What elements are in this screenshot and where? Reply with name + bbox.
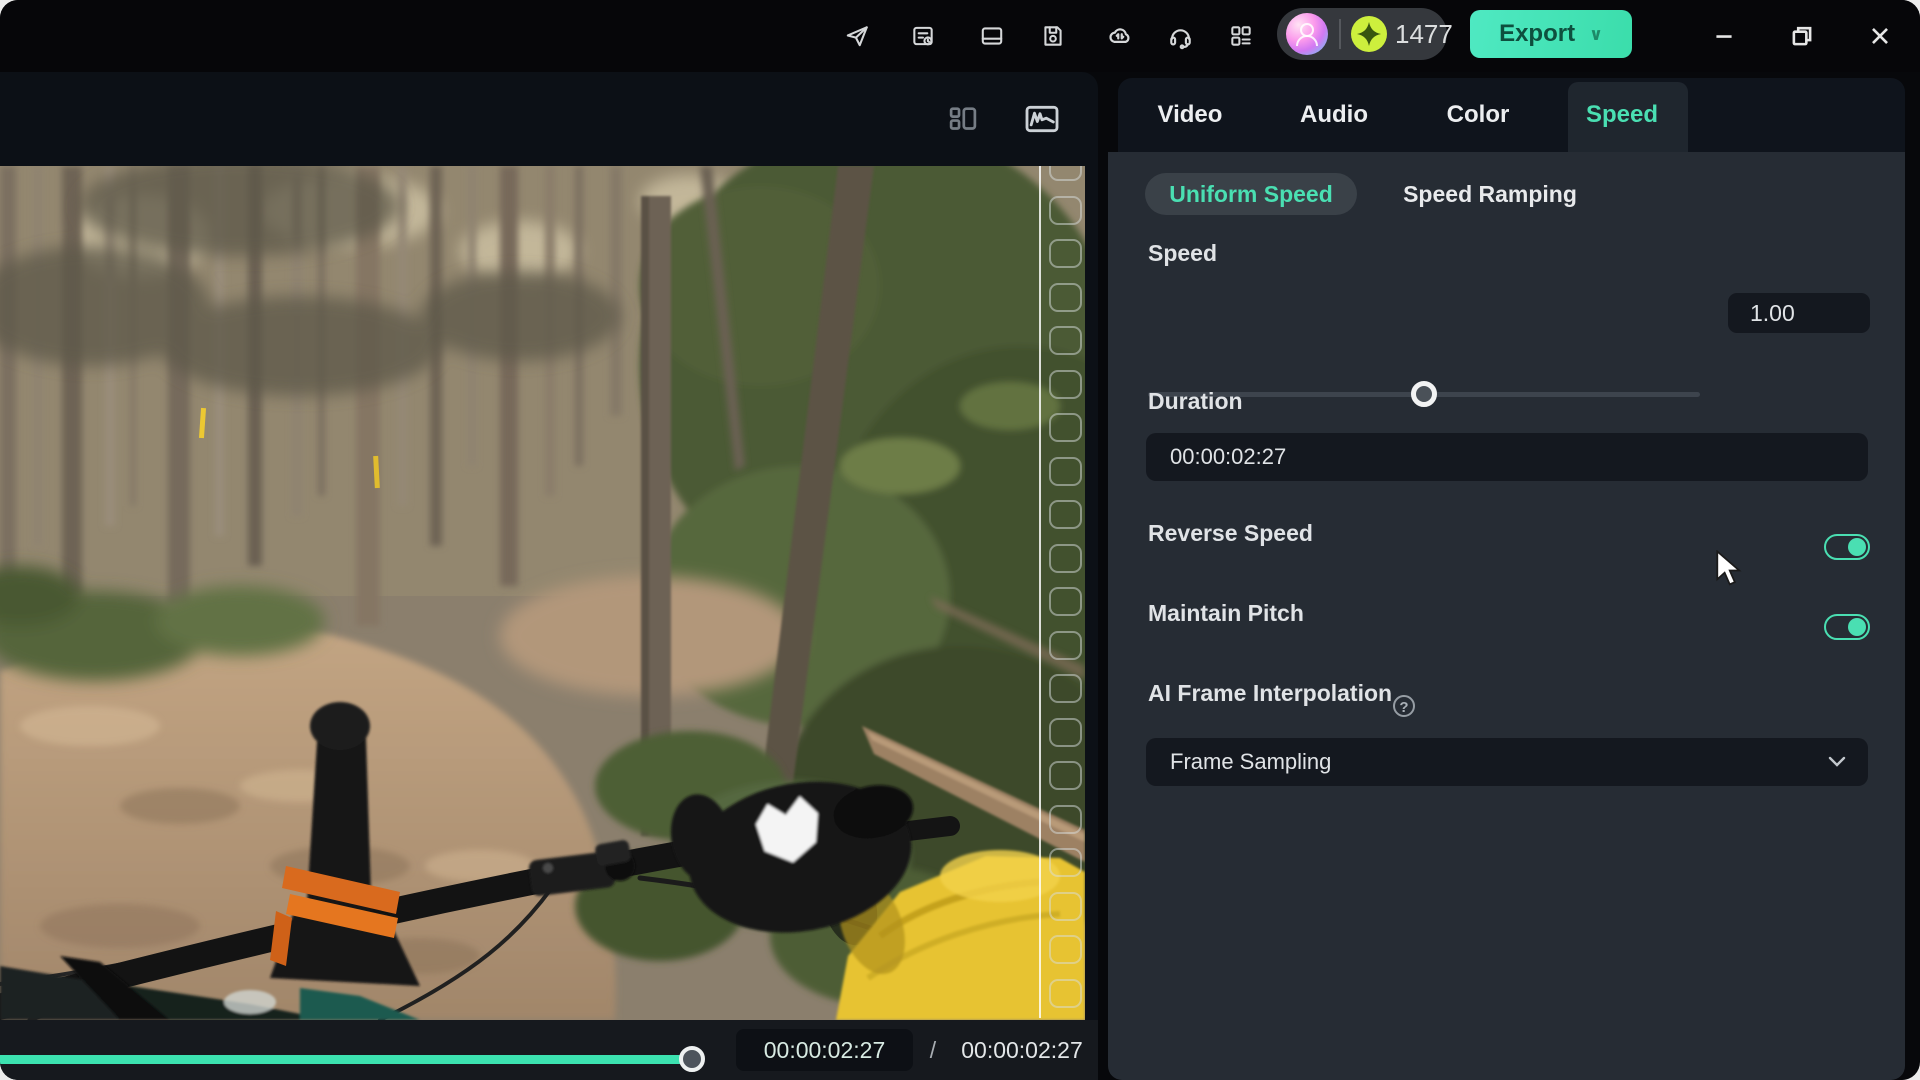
chevron-down-icon: ∨ xyxy=(1589,25,1603,45)
scopes-icon[interactable] xyxy=(1021,98,1063,140)
mode-tab-speed-ramping[interactable]: Speed Ramping xyxy=(1380,173,1600,215)
minimize-button[interactable] xyxy=(1700,12,1748,60)
tab-color[interactable]: Color xyxy=(1406,78,1550,152)
save-icon[interactable] xyxy=(1031,14,1075,58)
duration-field[interactable]: 00:00:02:27 xyxy=(1146,433,1868,481)
chevron-down-icon xyxy=(1828,756,1846,768)
close-button[interactable] xyxy=(1856,12,1904,60)
preview-pane: 00:00:02:27 / 00:00:02:27 xyxy=(0,72,1098,1080)
panel-tabbar: Video Audio Color Speed xyxy=(1118,78,1905,152)
interpolation-dropdown[interactable]: Frame Sampling xyxy=(1146,738,1868,786)
tab-audio[interactable]: Audio xyxy=(1262,78,1406,152)
filmstrip xyxy=(1049,166,1083,1020)
filmstrip-frame[interactable] xyxy=(1049,631,1082,660)
layout-icon[interactable] xyxy=(970,14,1014,58)
account-pill[interactable]: 1477 xyxy=(1277,8,1447,60)
filmstrip-divider xyxy=(1039,166,1041,1018)
send-icon[interactable] xyxy=(835,14,879,58)
apps-grid-icon[interactable] xyxy=(1219,14,1263,58)
credits-count: 1477 xyxy=(1395,8,1453,60)
cloud-upload-icon[interactable] xyxy=(1098,14,1142,58)
reverse-speed-toggle[interactable] xyxy=(1824,534,1870,560)
filmstrip-frame[interactable] xyxy=(1049,892,1082,921)
ai-frame-interpolation-label: AI Frame Interpolation xyxy=(1148,680,1392,707)
filmstrip-frame[interactable] xyxy=(1049,805,1082,834)
toggle-knob xyxy=(1848,538,1866,556)
filmstrip-frame[interactable] xyxy=(1049,587,1082,616)
gallery-view-icon[interactable] xyxy=(942,98,984,140)
maintain-pitch-label: Maintain Pitch xyxy=(1148,600,1304,627)
speed-slider-knob[interactable] xyxy=(1411,381,1437,407)
filmstrip-frame[interactable] xyxy=(1049,674,1082,703)
interpolation-value: Frame Sampling xyxy=(1170,749,1331,774)
filmstrip-frame[interactable] xyxy=(1049,239,1082,268)
player-bar: 00:00:02:27 / 00:00:02:27 xyxy=(0,1020,1098,1080)
export-button[interactable]: Export ∨ xyxy=(1470,10,1632,58)
panel-body: Uniform Speed Speed Ramping Speed 1.00 D… xyxy=(1108,152,1905,1080)
properties-panel: Video Audio Color Speed Uniform Speed Sp… xyxy=(1108,72,1905,1080)
filmstrip-frame[interactable] xyxy=(1049,718,1082,747)
speed-label: Speed xyxy=(1148,240,1217,267)
reverse-speed-label: Reverse Speed xyxy=(1148,520,1313,547)
toggle-knob xyxy=(1848,618,1866,636)
elapsed-time: 00:00:02:27 xyxy=(736,1029,913,1071)
filmstrip-frame[interactable] xyxy=(1049,544,1082,573)
divider xyxy=(1339,19,1341,49)
seekbar-knob[interactable] xyxy=(679,1046,705,1072)
video-frame[interactable] xyxy=(0,166,1085,1020)
project-icon[interactable] xyxy=(901,14,945,58)
duration-label: Duration xyxy=(1148,388,1243,415)
filmstrip-frame[interactable] xyxy=(1049,979,1082,1008)
filmstrip-frame[interactable] xyxy=(1049,848,1082,877)
filmstrip-frame[interactable] xyxy=(1049,500,1082,529)
filmstrip-frame[interactable] xyxy=(1049,196,1082,225)
headset-icon[interactable] xyxy=(1158,14,1202,58)
mode-tab-uniform-speed[interactable]: Uniform Speed xyxy=(1145,173,1357,215)
time-separator: / xyxy=(920,1029,946,1071)
tab-speed[interactable]: Speed xyxy=(1550,78,1694,152)
filmstrip-frame[interactable] xyxy=(1049,166,1082,181)
mouse-cursor xyxy=(1714,550,1744,588)
seekbar-fill[interactable] xyxy=(0,1055,692,1064)
help-icon[interactable]: ? xyxy=(1393,695,1415,717)
titlebar: 1477 Export ∨ xyxy=(0,0,1920,72)
credits-coin-icon xyxy=(1351,16,1387,52)
filmstrip-frame[interactable] xyxy=(1049,457,1082,486)
filmstrip-frame[interactable] xyxy=(1049,413,1082,442)
filmstrip-frame[interactable] xyxy=(1049,935,1082,964)
filmstrip-frame[interactable] xyxy=(1049,370,1082,399)
export-label: Export xyxy=(1499,20,1575,48)
maintain-pitch-toggle[interactable] xyxy=(1824,614,1870,640)
speed-value-field[interactable]: 1.00 xyxy=(1728,293,1870,333)
app-window: 1477 Export ∨ xyxy=(0,0,1920,1080)
filmstrip-frame[interactable] xyxy=(1049,761,1082,790)
restore-button[interactable] xyxy=(1778,12,1826,60)
total-time: 00:00:02:27 xyxy=(946,1029,1098,1071)
tab-video[interactable]: Video xyxy=(1118,78,1262,152)
avatar[interactable] xyxy=(1286,13,1328,55)
filmstrip-frame[interactable] xyxy=(1049,326,1082,355)
filmstrip-frame[interactable] xyxy=(1049,283,1082,312)
